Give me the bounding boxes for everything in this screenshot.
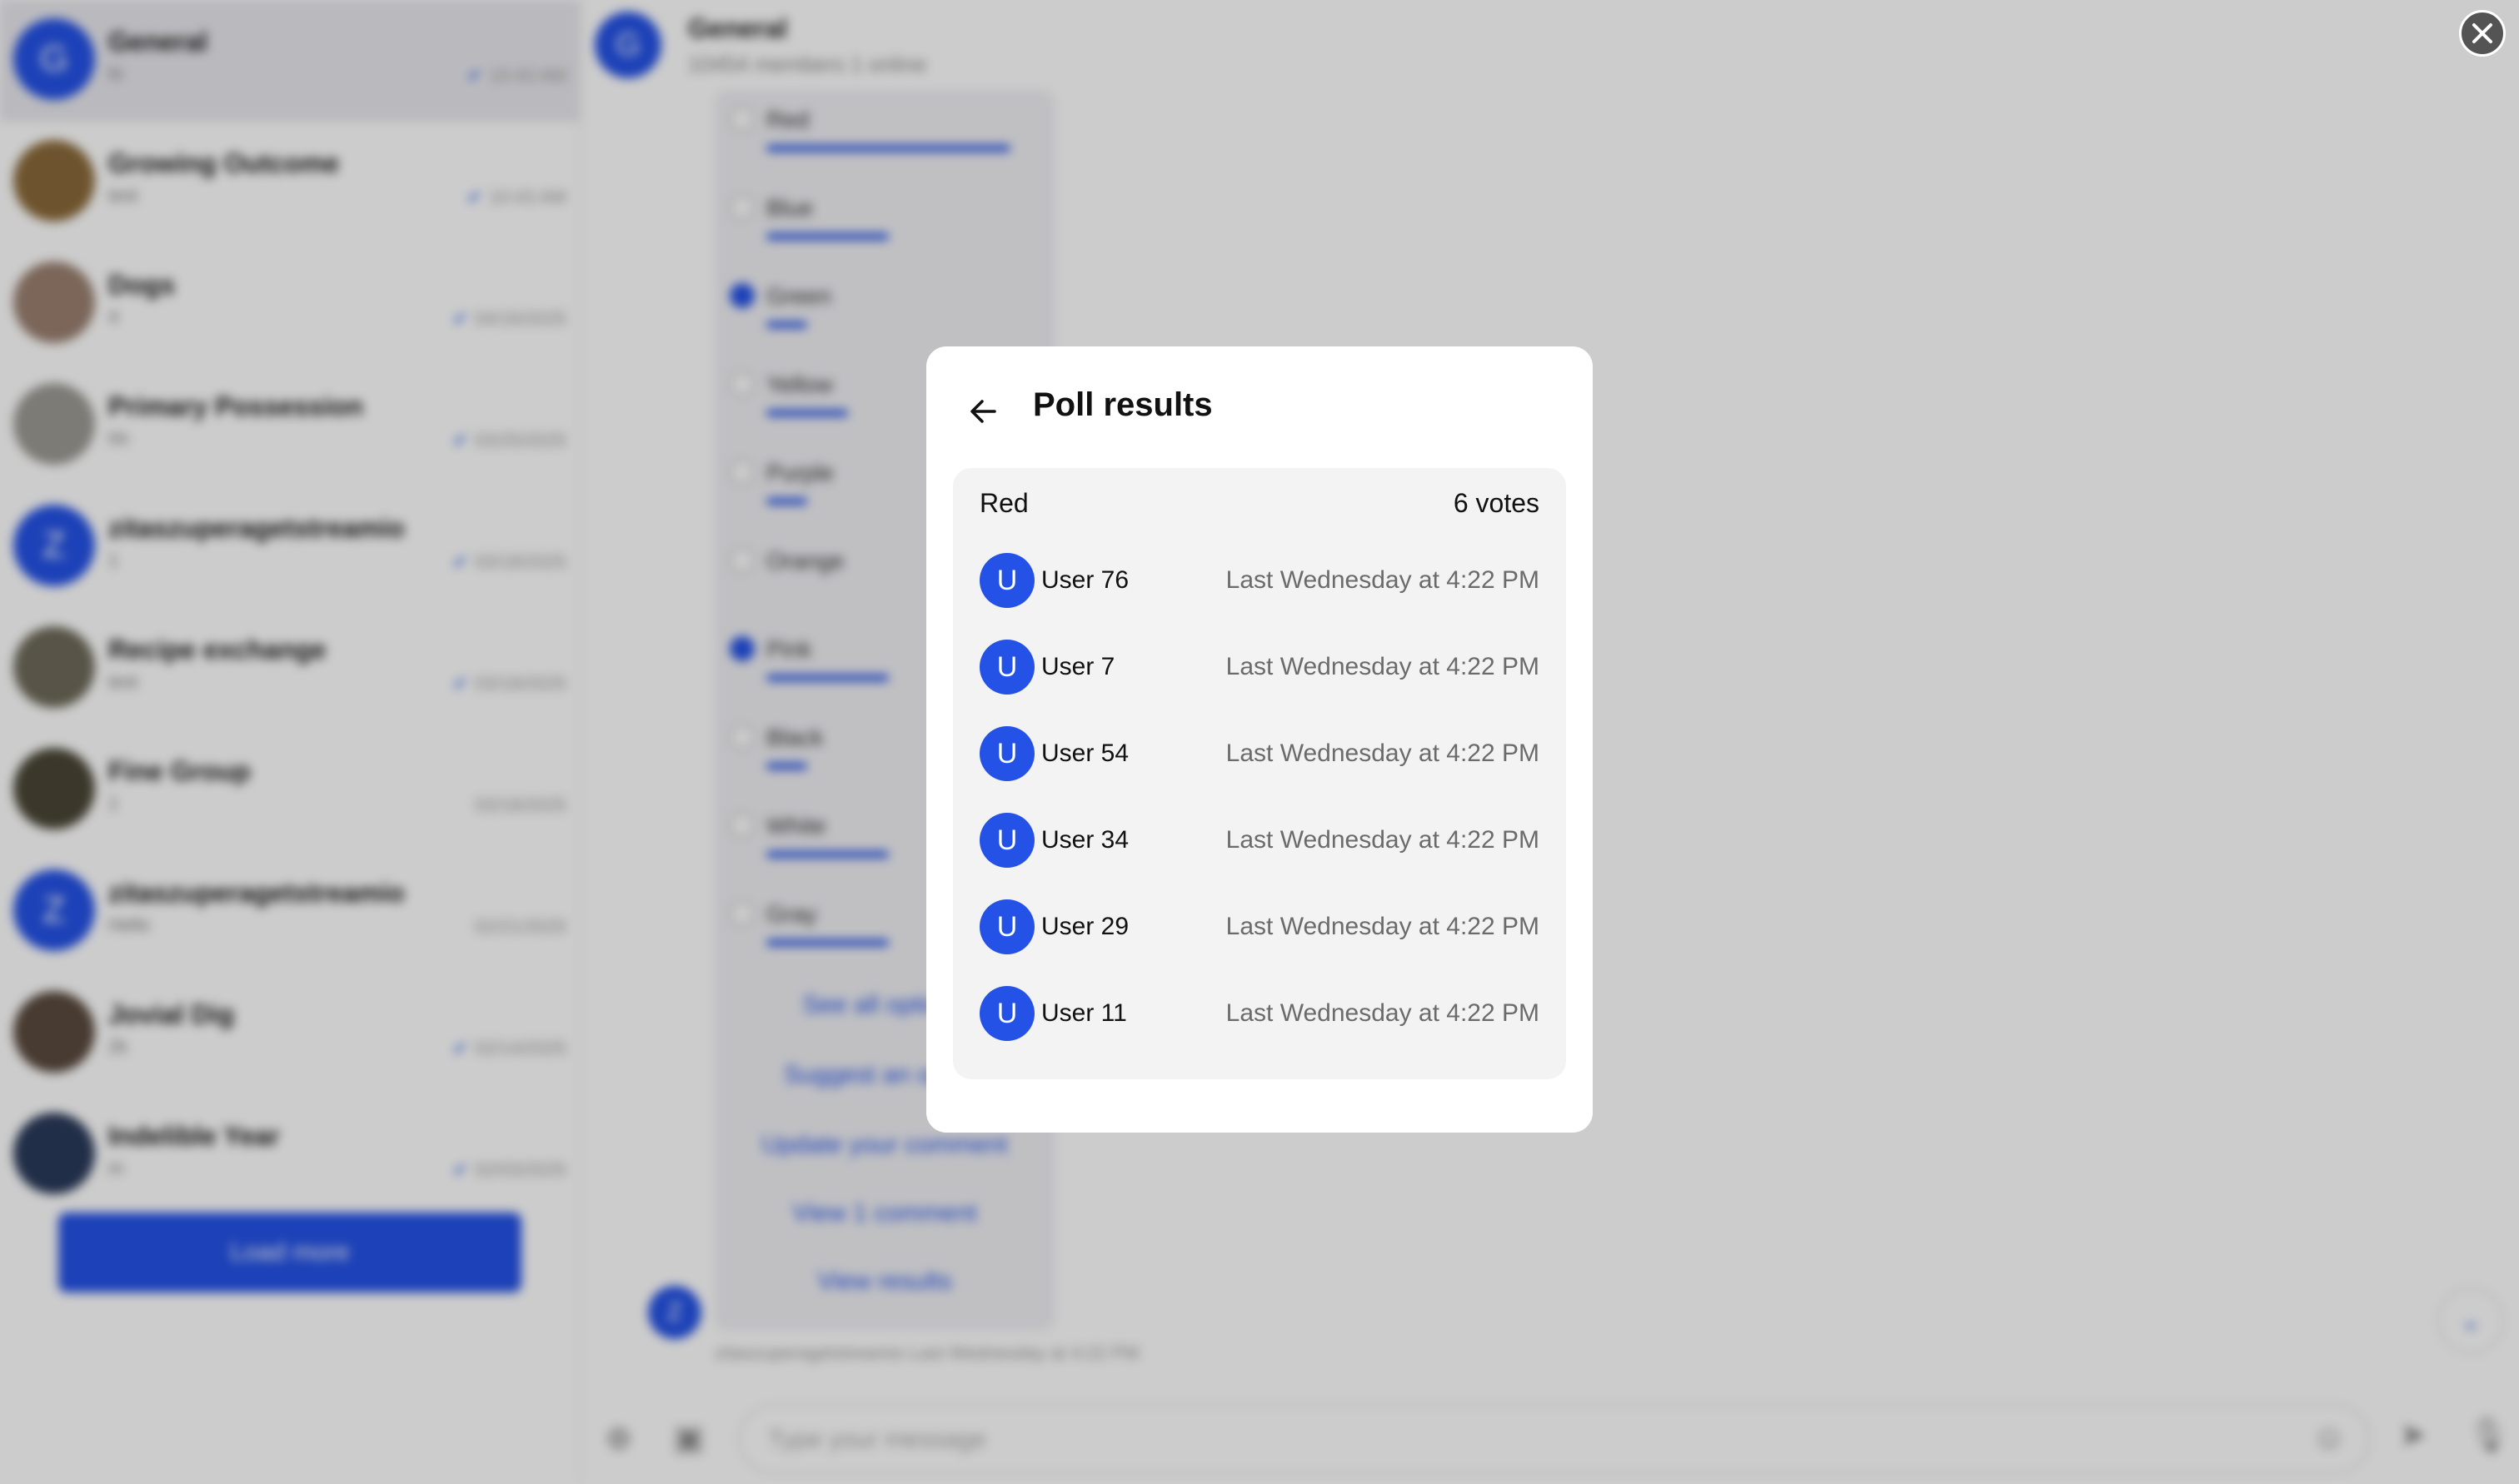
vote-time: Last Wednesday at 4:22 PM (1225, 740, 1539, 767)
poll-results-modal: Poll results Red 6 votes U User 76 Last … (926, 346, 1593, 1133)
avatar: U (980, 640, 1035, 695)
voter-row: U User 54 Last Wednesday at 4:22 PM (980, 726, 1539, 781)
voter-name: User 11 (1041, 999, 1127, 1027)
voter-name: User 54 (1041, 740, 1130, 767)
avatar: U (980, 813, 1035, 868)
voter-name: User 7 (1041, 653, 1115, 680)
avatar: U (980, 726, 1035, 781)
voter-row: U User 7 Last Wednesday at 4:22 PM (980, 640, 1539, 695)
vote-time: Last Wednesday at 4:22 PM (1225, 913, 1539, 940)
back-button[interactable] (960, 388, 1006, 435)
voter-name: User 76 (1041, 566, 1130, 594)
voter-row: U User 34 Last Wednesday at 4:22 PM (980, 813, 1539, 868)
option-name: Red (980, 488, 1029, 518)
voter-row: U User 11 Last Wednesday at 4:22 PM (980, 986, 1539, 1041)
option-results-card: Red 6 votes U User 76 Last Wednesday at … (953, 468, 1566, 1079)
avatar: U (980, 553, 1035, 608)
avatar: U (980, 986, 1035, 1041)
voter-row: U User 29 Last Wednesday at 4:22 PM (980, 899, 1539, 954)
close-button[interactable] (2459, 10, 2506, 57)
vote-time: Last Wednesday at 4:22 PM (1225, 653, 1539, 680)
vote-time: Last Wednesday at 4:22 PM (1225, 566, 1539, 594)
voter-row: U User 76 Last Wednesday at 4:22 PM (980, 553, 1539, 608)
voter-name: User 34 (1041, 826, 1130, 854)
avatar: U (980, 899, 1035, 954)
vote-time: Last Wednesday at 4:22 PM (1225, 826, 1539, 854)
arrow-left-icon (970, 400, 996, 423)
modal-title: Poll results (1033, 386, 1213, 423)
close-icon (2472, 23, 2492, 43)
vote-count: 6 votes (1453, 488, 1539, 518)
vote-time: Last Wednesday at 4:22 PM (1225, 999, 1539, 1027)
voter-name: User 29 (1041, 913, 1130, 940)
